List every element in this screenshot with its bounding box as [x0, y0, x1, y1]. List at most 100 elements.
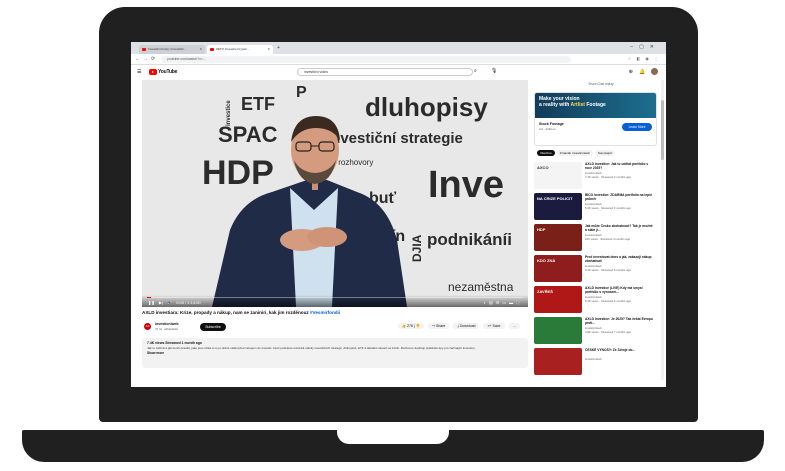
- laptop-screen: Investiční fondy | Investiční... ✕ ZETO …: [131, 42, 666, 387]
- ad-banner[interactable]: Make your vision a reality with Artlist …: [535, 93, 656, 118]
- subscriber-count: 37 tis. odběratelů: [155, 327, 179, 331]
- recommended-video[interactable]: AXCO AXLD Investice: Jak to udělat portfo…: [534, 162, 657, 191]
- recommended-title[interactable]: AXLD Investice: Jak to udělat portfolio …: [585, 162, 655, 170]
- channel-row: AX investicniweb 37 tis. odběratelů Subs…: [142, 321, 528, 335]
- volume-icon[interactable]: 🔊: [167, 300, 172, 305]
- video-thumbnail[interactable]: AXCO: [534, 162, 582, 189]
- recommended-meta: 12K views · Streamed 4 months ago: [585, 237, 631, 241]
- video-title: AXLD investiara: Krize, propady a nákup,…: [142, 310, 528, 315]
- presenter-figure: [212, 116, 407, 307]
- ad-line-2: a reality with Artlist Footage: [539, 102, 606, 108]
- youtube-wordmark: YouTube: [158, 69, 178, 75]
- channel-name[interactable]: investicniweb: [155, 322, 179, 326]
- video-thumbnail[interactable]: NA CRIZE POLICIT: [534, 193, 582, 220]
- captions-icon[interactable]: ▤: [489, 300, 496, 305]
- sidebar-chips: Všechno Z kanálu investicniweb Související: [537, 150, 657, 158]
- chip-related[interactable]: Související: [594, 150, 616, 156]
- share-button[interactable]: ↪ Share: [428, 323, 450, 329]
- ad-learn-more-button[interactable]: Learn More: [622, 123, 652, 131]
- video-thumbnail[interactable]: ZAVŘEŠ: [534, 286, 582, 313]
- recommended-meta: 6.2K views · Streamed 6 months ago: [585, 299, 631, 303]
- recommended-title[interactable]: BÍCO Investice: ZDARMA portfolio na lepš…: [585, 193, 655, 201]
- recommended-title[interactable]: AXLD Investice (LIVE) Kdy má smysl portf…: [585, 286, 655, 294]
- nav-buttons[interactable]: ←→⟳: [135, 56, 158, 62]
- notifications-icon[interactable]: 🔔: [639, 69, 645, 75]
- youtube-play-icon: [149, 69, 157, 75]
- new-tab-icon[interactable]: +: [277, 45, 280, 51]
- recommended-meta: 7.3K views · Streamed 2 months ago: [585, 175, 631, 179]
- description-text: Jak to začíná a jak končí pravdě, jaké j…: [147, 346, 476, 350]
- share-icon: ↪: [432, 324, 436, 328]
- search-input[interactable]: investiční video: [297, 68, 473, 76]
- recommended-video[interactable]: ČESKÉ VÝNOSY: Ze Zdroje do... investicniw…: [534, 348, 657, 377]
- description-meta: 7.4K views Streamed 1 month ago: [147, 341, 202, 345]
- progress-bar[interactable]: [147, 297, 523, 298]
- browser-toolbar: ←→⟳ youtube.com/watch?v=... ☆ ◧ ◉ ⋮: [131, 54, 666, 65]
- create-icon[interactable]: ⊕: [629, 69, 633, 75]
- browser-tab-2[interactable]: ZETO Investice Kryptor... ✕: [207, 45, 273, 54]
- video-thumbnail[interactable]: KDO ZNÁ: [534, 255, 582, 282]
- browser-tab-1[interactable]: Investiční fondy | Investiční... ✕: [139, 45, 205, 54]
- subscribe-button[interactable]: Subscribe: [200, 323, 226, 331]
- next-icon[interactable]: ▶|: [159, 300, 163, 305]
- video-player[interactable]: SPAC ETF investice P dluhopisy investičn…: [142, 80, 528, 307]
- video-actions: 👍 276 | 👎 ↪ Share ⤓ Download ≡+ Save …: [395, 323, 520, 329]
- video-thumbnail[interactable]: [534, 348, 582, 375]
- recommended-title[interactable]: AXLD Investice: Je 2025? Tak čekat Evrop…: [585, 317, 655, 325]
- save-button[interactable]: ≡+ Save: [483, 323, 505, 329]
- recommended-video[interactable]: HDP Jak může Česko zbohatnout? Tak je mož…: [534, 224, 657, 253]
- video-title-text: AXLD investiara: Krize, propady a nákup,…: [142, 310, 309, 315]
- fullscreen-icon[interactable]: ⛶: [516, 300, 522, 305]
- time-display: 0:05 / 1:14:50: [176, 300, 201, 305]
- window-controls[interactable]: –▢✕: [630, 44, 660, 50]
- close-tab-icon[interactable]: ✕: [267, 47, 270, 51]
- like-button[interactable]: 👍 276 | 👎: [397, 323, 425, 329]
- player-controls-right: ◐▤⚙▭▬⛶: [484, 300, 522, 305]
- recommended-video[interactable]: AXLD Investice: Je 2025? Tak čekat Evrop…: [534, 317, 657, 346]
- video-hashtag[interactable]: #Vesmirfondii: [310, 310, 340, 315]
- search-icon[interactable]: ⌕: [474, 68, 477, 74]
- recommended-video[interactable]: ZAVŘEŠ AXLD Investice (LIVE) Kdy má smysl…: [534, 286, 657, 315]
- recommended-title[interactable]: Jak může Česko zbohatnout? Tak je možné …: [585, 224, 655, 232]
- youtube-favicon-icon: [142, 47, 146, 51]
- sidebar-ad[interactable]: Make your vision a reality with Artlist …: [534, 92, 657, 146]
- microphone-icon[interactable]: 🎙: [491, 68, 497, 74]
- youtube-logo[interactable]: YouTube: [149, 69, 177, 75]
- tab-label: Investiční fondy | Investiční...: [148, 47, 187, 51]
- thumbs-down-icon: 👎: [415, 324, 421, 328]
- youtube-favicon-icon: [210, 47, 214, 51]
- youtube-header: ☰ YouTube investiční video ⌕ 🎙 ⊕ 🔔: [131, 65, 666, 79]
- tab-label: ZETO Investice Kryptor...: [216, 47, 250, 51]
- chip-channel[interactable]: Z kanálu investicniweb: [556, 150, 593, 156]
- header-actions: ⊕ 🔔: [629, 68, 658, 75]
- video-thumbnail[interactable]: HDP: [534, 224, 582, 251]
- close-tab-icon[interactable]: ✕: [199, 47, 202, 51]
- player-controls-left: ❚❚ ▶| 🔊 0:05 / 1:14:50: [148, 300, 201, 305]
- video-description[interactable]: 7.4K views Streamed 1 month ago Jak to z…: [142, 338, 528, 368]
- laptop-notch: [337, 430, 449, 444]
- recommended-channel[interactable]: investicniweb: [585, 357, 602, 361]
- extension-icons[interactable]: ☆ ◧ ◉ ⋮: [628, 56, 660, 61]
- ad-brand: Stock Footage: [539, 122, 564, 126]
- like-count: 276: [407, 324, 413, 328]
- recommended-title[interactable]: ČESKÉ VÝNOSY: Ze Zdroje do...: [585, 348, 655, 352]
- recommended-video[interactable]: KDO ZNÁ Proč investovat dnes a jak, zakaz…: [534, 255, 657, 284]
- play-pause-icon[interactable]: ❚❚: [148, 300, 155, 305]
- hamburger-menu-icon[interactable]: ☰: [137, 69, 141, 75]
- avatar[interactable]: [651, 68, 658, 75]
- browser-tabbar: Investiční fondy | Investiční... ✕ ZETO …: [131, 42, 666, 54]
- recommended-meta: 5.3K views · Streamed 3 months ago: [585, 206, 631, 210]
- address-bar[interactable]: youtube.com/watch?v=...: [161, 56, 571, 63]
- more-actions-button[interactable]: …: [508, 323, 520, 329]
- recommended-video[interactable]: NA CRIZE POLICIT BÍCO Investice: ZDARMA p…: [534, 193, 657, 222]
- scrollbar-thumb[interactable]: [661, 100, 664, 160]
- recommended-meta: 4.8K views · Streamed 7 months ago: [585, 330, 631, 334]
- page-scrollbar[interactable]: [661, 80, 664, 380]
- channel-avatar[interactable]: AX: [144, 323, 151, 330]
- recommended-title[interactable]: Proč investovat dnes a jak, zakazuji nák…: [585, 255, 655, 263]
- download-button[interactable]: ⤓ Download: [453, 323, 480, 329]
- chat-replay-label[interactable]: Show Chat replay: [543, 82, 659, 86]
- show-more-link[interactable]: Show more: [147, 351, 523, 355]
- chip-all[interactable]: Všechno: [537, 150, 555, 156]
- video-thumbnail[interactable]: [534, 317, 582, 344]
